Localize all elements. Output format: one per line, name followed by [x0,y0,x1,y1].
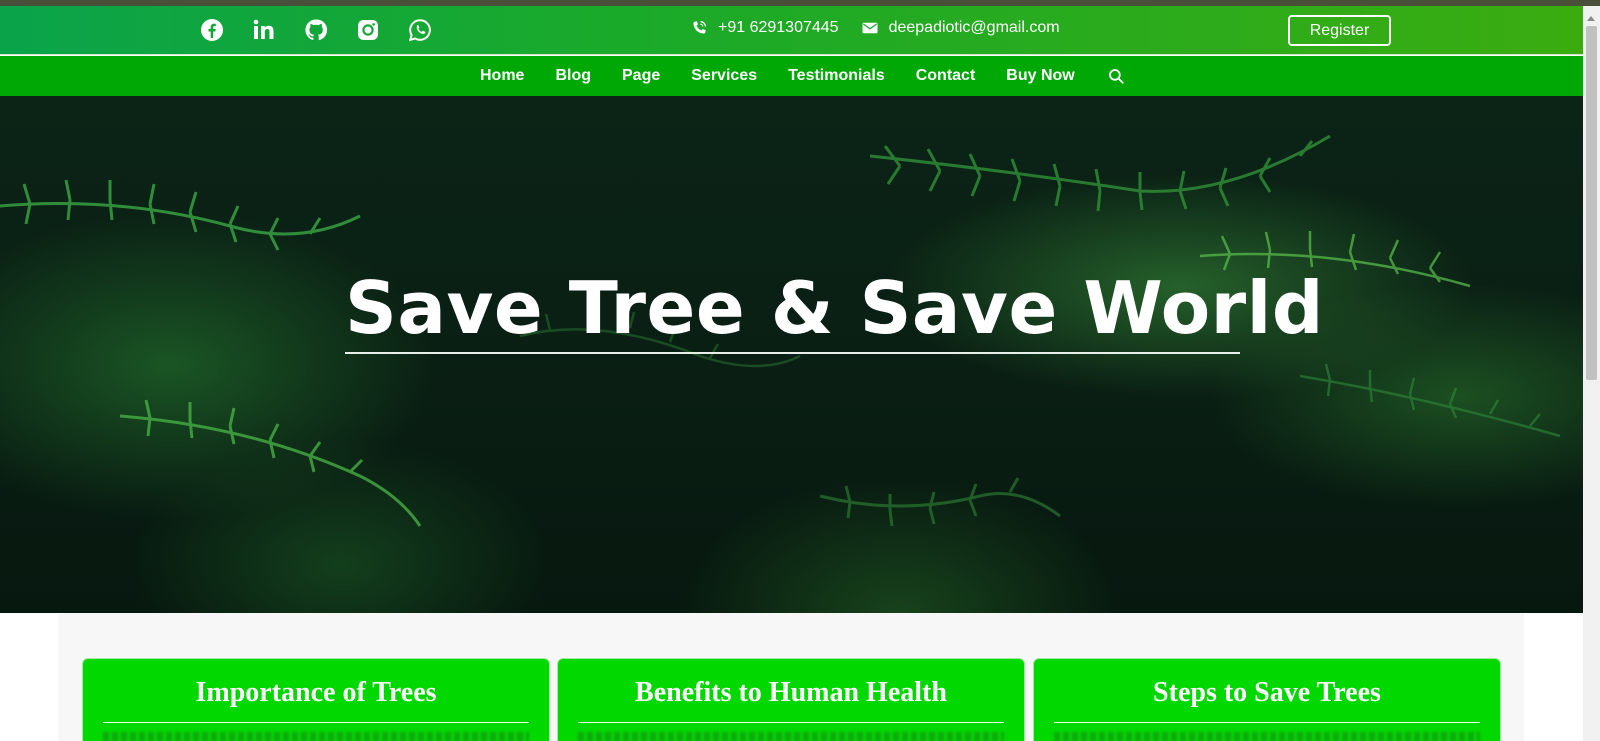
contact-info: +91 6291307445 deepadiotic@gmail.com [690,19,1060,37]
card-text-preview [578,732,1004,741]
github-icon[interactable] [304,18,328,42]
nav-links: Home Blog Page Services Testimonials Con… [480,56,1125,96]
top-contact-bar: +91 6291307445 deepadiotic@gmail.com Reg… [0,6,1583,55]
card-text-preview [103,732,529,741]
card-title: Importance of Trees [195,677,437,708]
card-text-preview [1054,732,1480,741]
hero-banner: Save Tree & Save World [0,96,1583,613]
facebook-icon[interactable] [200,18,224,42]
nav-services[interactable]: Services [691,67,757,85]
nav-home[interactable]: Home [480,67,524,85]
nav-contact[interactable]: Contact [916,67,976,85]
card-benefits-to-human-health[interactable]: Benefits to Human Health [557,658,1025,741]
instagram-icon[interactable] [356,18,380,42]
register-button[interactable]: Register [1288,15,1391,46]
card-divider [1054,722,1480,723]
email-address[interactable]: deepadiotic@gmail.com [889,19,1060,37]
fern-background-image [0,134,1561,527]
hero-title-underline [345,352,1240,354]
whatsapp-icon[interactable] [408,18,432,42]
hero-title: Save Tree & Save World [345,266,1324,350]
phone-icon [693,21,706,34]
social-links [200,17,432,43]
card-divider [103,722,529,723]
linkedin-icon[interactable] [252,18,276,42]
nav-page[interactable]: Page [622,67,660,85]
email-icon [862,22,878,34]
card-divider [578,722,1004,723]
main-navbar: Home Blog Page Services Testimonials Con… [0,56,1583,96]
card-title: Benefits to Human Health [635,677,947,708]
nav-testimonials[interactable]: Testimonials [788,67,885,85]
nav-blog[interactable]: Blog [555,67,591,85]
phone-number[interactable]: +91 6291307445 [718,19,839,37]
card-importance-of-trees[interactable]: Importance of Trees [82,658,550,741]
card-steps-to-save-trees[interactable]: Steps to Save Trees [1033,658,1501,741]
search-icon[interactable] [1107,67,1125,85]
scrollbar-thumb[interactable] [1586,26,1597,380]
scroll-up-arrow-icon[interactable] [1587,16,1595,21]
card-title: Steps to Save Trees [1153,677,1381,708]
nav-buy-now[interactable]: Buy Now [1006,67,1074,85]
info-cards-section: Importance of Trees Benefits to Human He… [58,613,1524,741]
